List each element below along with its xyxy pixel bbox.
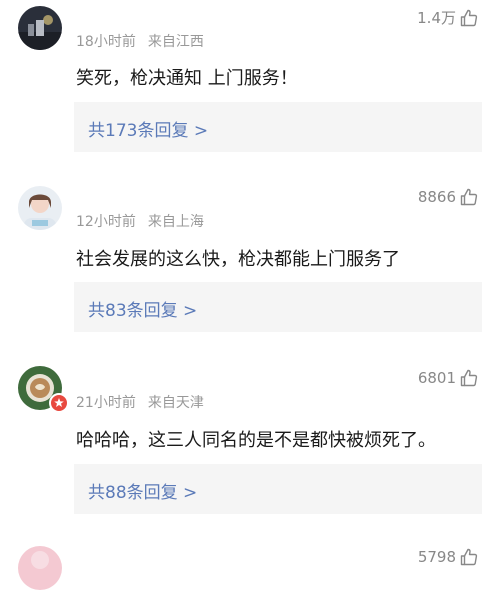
comment-time: 12小时前: [76, 214, 136, 230]
comment-meta: 12小时前 来自上海: [76, 211, 204, 231]
replies-link[interactable]: 共173条回复 >: [74, 102, 482, 152]
comment-text: 笑死，枪决通知 上门服务！: [76, 68, 298, 89]
thumbs-up-icon: [460, 548, 478, 566]
replies-link[interactable]: 共88条回复 >: [74, 464, 482, 514]
thumbs-up-icon: [460, 9, 478, 27]
thumbs-up-icon: [460, 188, 478, 206]
comment-location: 来自天津: [147, 395, 204, 411]
like-button[interactable]: 6801: [418, 369, 478, 387]
like-count: 1.4万: [417, 9, 456, 27]
like-button[interactable]: 8866: [418, 188, 478, 206]
like-count: 5798: [417, 548, 456, 566]
vip-badge-icon: [49, 393, 69, 413]
comment-location: 来自江西: [147, 34, 204, 50]
like-button[interactable]: 5798: [418, 548, 478, 566]
replies-label: 共83条回复 >: [88, 301, 198, 321]
thumbs-up-icon: [460, 369, 478, 387]
comment-meta: 18小时前 来自江西: [76, 31, 204, 51]
like-button[interactable]: 1.4万: [417, 7, 478, 28]
replies-label: 共88条回复 >: [88, 483, 198, 503]
replies-label: 共173条回复 >: [88, 121, 209, 141]
comment-location: 来自上海: [147, 214, 204, 230]
avatar[interactable]: [18, 6, 62, 50]
comment-text: 社会发展的这么快，枪决都能上门服务了: [76, 249, 400, 270]
replies-link[interactable]: 共83条回复 >: [74, 282, 482, 332]
comment-time: 21小时前: [76, 395, 136, 411]
like-count: 6801: [417, 369, 456, 387]
avatar[interactable]: [18, 546, 62, 590]
comment-text: 哈哈哈，这三人同名的是不是都快被烦死了。: [76, 430, 436, 451]
comment-meta: 21小时前 来自天津: [76, 392, 204, 412]
comment-time: 18小时前: [76, 34, 136, 50]
like-count: 8866: [417, 188, 456, 206]
avatar[interactable]: [18, 186, 62, 230]
